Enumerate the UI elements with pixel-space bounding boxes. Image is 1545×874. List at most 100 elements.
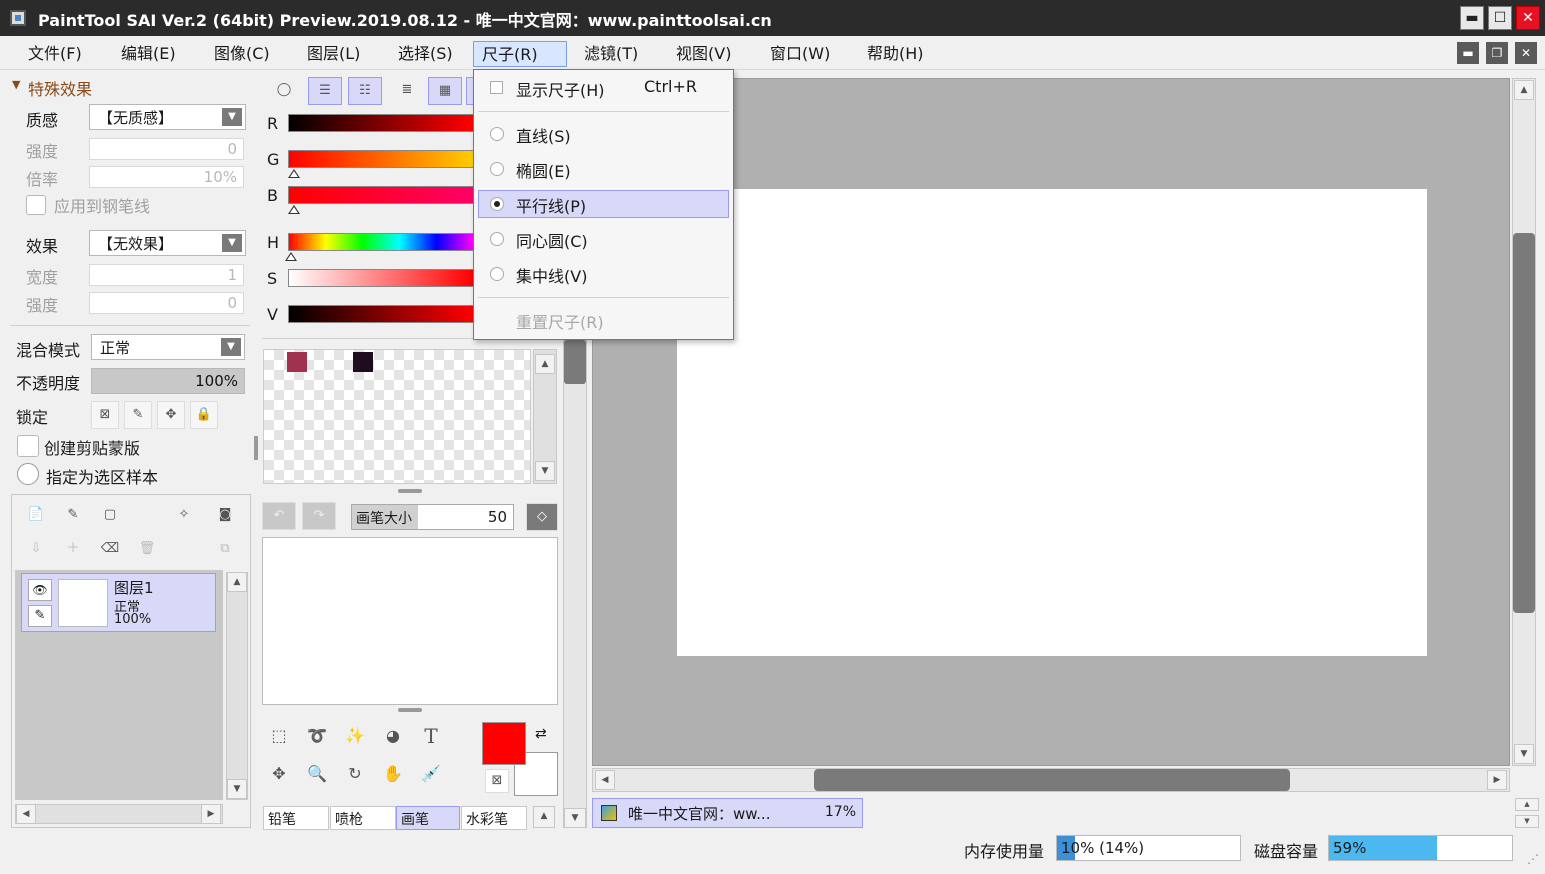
lock-paint-icon[interactable]: ✎ bbox=[124, 401, 152, 429]
scroll-up-icon[interactable]: ▲ bbox=[535, 354, 555, 374]
delete-layer-icon[interactable]: 🗑 bbox=[133, 536, 161, 564]
hand-icon[interactable]: ✋ bbox=[377, 761, 409, 793]
v-slider[interactable] bbox=[288, 305, 474, 323]
undo-icon[interactable]: ↶ bbox=[262, 502, 296, 530]
apply-pen-checkbox[interactable] bbox=[26, 195, 46, 215]
tool-tab-airbrush[interactable]: 喷枪 bbox=[330, 806, 396, 830]
texture-select[interactable]: 【无质感】 ▼ bbox=[89, 104, 246, 130]
swatch-1[interactable] bbox=[287, 352, 307, 372]
palette-list-icon[interactable]: ≣ bbox=[390, 77, 424, 105]
blend-mode-select[interactable]: 正常 ▼ bbox=[91, 334, 245, 360]
h-slider[interactable] bbox=[288, 233, 474, 251]
brush-size-slider[interactable]: 画笔大小 50 bbox=[351, 504, 514, 530]
scrollbar-thumb[interactable] bbox=[814, 769, 1290, 791]
effects-header[interactable]: 特殊效果 bbox=[28, 76, 92, 100]
new-folder-icon[interactable]: ▢ bbox=[96, 502, 124, 530]
zoom-icon[interactable]: 🔍 bbox=[301, 761, 333, 793]
ruler-parallel-item[interactable]: 平行线(P) bbox=[478, 190, 729, 218]
document-tab[interactable]: 唯一中文官网：ww... 17% bbox=[592, 798, 863, 828]
move-tool-icon[interactable]: ✥ bbox=[263, 761, 295, 793]
new-layer-icon[interactable]: 📄 bbox=[22, 502, 50, 530]
reset-ruler-item[interactable]: 重置尺子(R) bbox=[478, 306, 729, 334]
layer-hscrollbar[interactable] bbox=[15, 804, 223, 824]
menu-help[interactable]: 帮助(H) bbox=[859, 41, 932, 67]
canvas[interactable] bbox=[677, 189, 1427, 656]
tool-tab-pencil[interactable]: 铅笔 bbox=[263, 806, 329, 830]
tool-tab-brush[interactable]: 画笔 bbox=[396, 806, 460, 830]
shape-icon[interactable]: ◕ bbox=[377, 723, 409, 755]
lasso-icon[interactable]: ➰ bbox=[301, 723, 333, 755]
scrollbar-thumb[interactable] bbox=[1513, 233, 1535, 613]
strength-slider[interactable]: 0 bbox=[89, 138, 244, 160]
transparent-color-icon[interactable]: ⊠ bbox=[485, 769, 509, 793]
scroll-up-icon[interactable]: ▲ bbox=[227, 572, 247, 592]
clear-layer-icon[interactable]: ⌫ bbox=[96, 536, 124, 564]
h-slider-handle[interactable] bbox=[285, 252, 297, 261]
scroll-right-icon[interactable]: ▶ bbox=[201, 804, 221, 824]
scroll-up-icon[interactable]: ▲ bbox=[1514, 80, 1534, 100]
magic-wand-icon[interactable]: ✨ bbox=[339, 723, 371, 755]
mask-icon[interactable]: ◙ bbox=[211, 502, 239, 530]
collapse-icon[interactable]: ▼ bbox=[12, 78, 20, 91]
mdi-minimize-button[interactable]: ▬ bbox=[1457, 42, 1479, 64]
tool-tab-watercolor[interactable]: 水彩笔 bbox=[461, 806, 527, 830]
pencil-icon[interactable]: ✎ bbox=[28, 605, 52, 627]
r-slider[interactable] bbox=[288, 114, 474, 132]
ruler-ellipse-item[interactable]: 椭圆(E) bbox=[478, 155, 729, 183]
effect-select[interactable]: 【无效果】 ▼ bbox=[89, 230, 246, 256]
primary-color[interactable] bbox=[482, 722, 526, 765]
maximize-button[interactable]: ☐ bbox=[1488, 6, 1512, 30]
effect-strength-slider[interactable]: 0 bbox=[89, 292, 244, 314]
scroll-right-icon[interactable]: ▶ bbox=[1487, 770, 1507, 790]
scroll-down-icon[interactable]: ▼ bbox=[564, 808, 586, 828]
rect-select-icon[interactable]: ⬚ bbox=[263, 723, 295, 755]
menu-filter[interactable]: 滤镜(T) bbox=[576, 41, 646, 67]
menu-image[interactable]: 图像(C) bbox=[206, 41, 278, 67]
layer-effect-icon[interactable]: ✧ bbox=[170, 502, 198, 530]
width-slider[interactable]: 1 bbox=[89, 264, 244, 286]
scroll-up-icon[interactable]: ▲ bbox=[533, 806, 555, 828]
g-slider[interactable] bbox=[288, 150, 474, 168]
clip-mask-checkbox[interactable] bbox=[17, 435, 39, 457]
layer-row[interactable]: 👁 ✎ 图层1 正常 100% bbox=[21, 573, 216, 632]
minimize-button[interactable]: ▬ bbox=[1460, 6, 1484, 30]
text-tool-icon[interactable]: T bbox=[415, 723, 447, 755]
scroll-down-icon[interactable]: ▼ bbox=[1514, 744, 1534, 764]
scroll-left-icon[interactable]: ◀ bbox=[16, 804, 36, 824]
eraser-toggle-icon[interactable]: ◇ bbox=[526, 503, 558, 531]
menu-ruler[interactable]: 尺子(R) bbox=[473, 41, 567, 67]
hsv-slider-icon[interactable]: ☷ bbox=[348, 77, 382, 105]
lock-move-icon[interactable]: ✥ bbox=[157, 401, 185, 429]
ruler-line-item[interactable]: 直线(S) bbox=[478, 120, 729, 148]
scroll-down-icon[interactable]: ▼ bbox=[535, 461, 555, 481]
swatch-grid-icon[interactable]: ▦ bbox=[428, 77, 462, 105]
layer-scrollbar[interactable] bbox=[226, 572, 248, 800]
menu-select[interactable]: 选择(S) bbox=[390, 41, 461, 67]
menu-file[interactable]: 文件(F) bbox=[20, 41, 90, 67]
s-slider[interactable] bbox=[288, 269, 474, 287]
panel-splitter[interactable] bbox=[398, 708, 422, 712]
new-pen-layer-icon[interactable]: ✎ bbox=[59, 502, 87, 530]
opacity-slider[interactable]: 100% bbox=[91, 368, 245, 394]
menu-layer[interactable]: 图层(L) bbox=[299, 41, 368, 67]
color-panel-scrollbar[interactable] bbox=[563, 340, 587, 828]
g-slider-handle[interactable] bbox=[288, 169, 300, 178]
close-button[interactable]: ✕ bbox=[1516, 6, 1540, 30]
swap-colors-icon[interactable]: ⇄ bbox=[535, 726, 547, 742]
rotate-icon[interactable]: ↻ bbox=[339, 761, 371, 793]
add-icon[interactable]: ＋ bbox=[59, 536, 87, 564]
menu-view[interactable]: 视图(V) bbox=[668, 41, 739, 67]
lock-transparency-icon[interactable]: ⊠ bbox=[91, 401, 119, 429]
resize-grip-icon[interactable]: ⋰ bbox=[1527, 852, 1539, 866]
menu-window[interactable]: 窗口(W) bbox=[762, 41, 838, 67]
b-slider-handle[interactable] bbox=[288, 205, 300, 214]
selection-sample-radio[interactable] bbox=[17, 463, 39, 485]
scroll-left-icon[interactable]: ◀ bbox=[595, 770, 615, 790]
scale-slider[interactable]: 10% bbox=[89, 166, 244, 188]
merge-down-icon[interactable]: ⇩ bbox=[22, 536, 50, 564]
layer-copy-icon[interactable]: ⧉ bbox=[211, 536, 239, 564]
rgb-slider-icon[interactable]: ☰ bbox=[308, 77, 342, 105]
b-slider[interactable] bbox=[288, 186, 474, 204]
scroll-up-icon[interactable]: ▲ bbox=[1515, 798, 1539, 811]
menu-edit[interactable]: 编辑(E) bbox=[113, 41, 184, 67]
